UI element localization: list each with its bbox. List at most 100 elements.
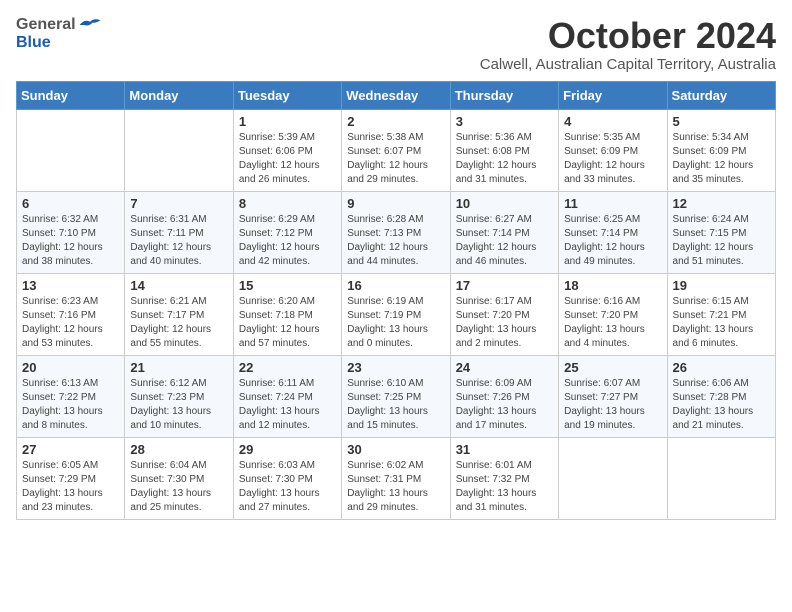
calendar-cell: 28 Sunrise: 6:04 AM Sunset: 7:30 PM Dayli…: [125, 437, 233, 519]
day-number: 27: [22, 442, 119, 457]
calendar-cell: 1 Sunrise: 5:39 AM Sunset: 6:06 PM Daylig…: [233, 109, 341, 191]
day-number: 3: [456, 114, 553, 129]
calendar-cell: 6Sunrise: 6:32 AM Sunset: 7:10 PM Daylig…: [17, 191, 125, 273]
weekday-header-wednesday: Wednesday: [342, 81, 450, 109]
calendar-cell: 20 Sunrise: 6:13 AM Sunset: 7:22 PM Dayli…: [17, 355, 125, 437]
calendar-cell: [125, 109, 233, 191]
day-info: Sunrise: 6:19 AM Sunset: 7:19 PM Dayligh…: [347, 295, 444, 351]
calendar-cell: [559, 437, 667, 519]
location-title: Calwell, Australian Capital Territory, A…: [480, 56, 776, 73]
calendar-cell: 30 Sunrise: 6:02 AM Sunset: 7:31 PM Dayli…: [342, 437, 450, 519]
day-number: 2: [347, 114, 444, 129]
day-number: 22: [239, 360, 336, 375]
day-info: Sunrise: 5:38 AM Sunset: 6:07 PM Dayligh…: [347, 131, 444, 187]
day-number: 1: [239, 114, 336, 129]
weekday-header-sunday: Sunday: [17, 81, 125, 109]
day-info: Sunrise: 6:12 AM Sunset: 7:23 PM Dayligh…: [130, 377, 227, 433]
day-info: Sunrise: 6:02 AM Sunset: 7:31 PM Dayligh…: [347, 459, 444, 515]
day-number: 24: [456, 360, 553, 375]
day-number: 7: [130, 196, 227, 211]
day-number: 28: [130, 442, 227, 457]
day-info: Sunrise: 6:16 AM Sunset: 7:20 PM Dayligh…: [564, 295, 661, 351]
day-number: 18: [564, 278, 661, 293]
weekday-header-saturday: Saturday: [667, 81, 775, 109]
day-info: Sunrise: 6:27 AM Sunset: 7:14 PM Dayligh…: [456, 213, 553, 269]
day-number: 5: [673, 114, 770, 129]
calendar-cell: 8Sunrise: 6:29 AM Sunset: 7:12 PM Daylig…: [233, 191, 341, 273]
calendar-cell: 5 Sunrise: 5:34 AM Sunset: 6:09 PM Daylig…: [667, 109, 775, 191]
weekday-header-thursday: Thursday: [450, 81, 558, 109]
calendar-cell: 15Sunrise: 6:20 AM Sunset: 7:18 PM Dayli…: [233, 273, 341, 355]
day-number: 12: [673, 196, 770, 211]
calendar-cell: 13Sunrise: 6:23 AM Sunset: 7:16 PM Dayli…: [17, 273, 125, 355]
day-number: 25: [564, 360, 661, 375]
calendar-week-row: 13Sunrise: 6:23 AM Sunset: 7:16 PM Dayli…: [17, 273, 776, 355]
day-info: Sunrise: 6:06 AM Sunset: 7:28 PM Dayligh…: [673, 377, 770, 433]
calendar-cell: 4 Sunrise: 5:35 AM Sunset: 6:09 PM Daylig…: [559, 109, 667, 191]
day-number: 8: [239, 196, 336, 211]
day-number: 23: [347, 360, 444, 375]
day-info: Sunrise: 6:31 AM Sunset: 7:11 PM Dayligh…: [130, 213, 227, 269]
day-info: Sunrise: 6:11 AM Sunset: 7:24 PM Dayligh…: [239, 377, 336, 433]
day-info: Sunrise: 5:39 AM Sunset: 6:06 PM Dayligh…: [239, 131, 336, 187]
calendar-week-row: 6Sunrise: 6:32 AM Sunset: 7:10 PM Daylig…: [17, 191, 776, 273]
calendar-cell: 10Sunrise: 6:27 AM Sunset: 7:14 PM Dayli…: [450, 191, 558, 273]
day-info: Sunrise: 6:15 AM Sunset: 7:21 PM Dayligh…: [673, 295, 770, 351]
day-info: Sunrise: 6:13 AM Sunset: 7:22 PM Dayligh…: [22, 377, 119, 433]
calendar-cell: 2 Sunrise: 5:38 AM Sunset: 6:07 PM Daylig…: [342, 109, 450, 191]
calendar-cell: [17, 109, 125, 191]
day-number: 11: [564, 196, 661, 211]
weekday-header-friday: Friday: [559, 81, 667, 109]
day-info: Sunrise: 6:17 AM Sunset: 7:20 PM Dayligh…: [456, 295, 553, 351]
page-header: General Blue October 2024 Calwell, Austr…: [16, 16, 776, 73]
logo-blue: Blue: [16, 34, 51, 51]
calendar-cell: 19Sunrise: 6:15 AM Sunset: 7:21 PM Dayli…: [667, 273, 775, 355]
calendar-cell: 3 Sunrise: 5:36 AM Sunset: 6:08 PM Daylig…: [450, 109, 558, 191]
day-number: 15: [239, 278, 336, 293]
calendar-cell: 11Sunrise: 6:25 AM Sunset: 7:14 PM Dayli…: [559, 191, 667, 273]
day-number: 13: [22, 278, 119, 293]
day-number: 6: [22, 196, 119, 211]
day-number: 14: [130, 278, 227, 293]
calendar-cell: [667, 437, 775, 519]
calendar-week-row: 27Sunrise: 6:05 AM Sunset: 7:29 PM Dayli…: [17, 437, 776, 519]
calendar-week-row: 20 Sunrise: 6:13 AM Sunset: 7:22 PM Dayli…: [17, 355, 776, 437]
calendar-cell: 16 Sunrise: 6:19 AM Sunset: 7:19 PM Dayli…: [342, 273, 450, 355]
logo-bird-icon: [78, 16, 102, 34]
calendar-cell: 12Sunrise: 6:24 AM Sunset: 7:15 PM Dayli…: [667, 191, 775, 273]
title-section: October 2024 Calwell, Australian Capital…: [480, 16, 776, 73]
day-info: Sunrise: 6:09 AM Sunset: 7:26 PM Dayligh…: [456, 377, 553, 433]
day-info: Sunrise: 6:21 AM Sunset: 7:17 PM Dayligh…: [130, 295, 227, 351]
calendar-cell: 24 Sunrise: 6:09 AM Sunset: 7:26 PM Dayli…: [450, 355, 558, 437]
day-number: 21: [130, 360, 227, 375]
calendar-cell: 18 Sunrise: 6:16 AM Sunset: 7:20 PM Dayli…: [559, 273, 667, 355]
day-number: 26: [673, 360, 770, 375]
calendar-cell: 25 Sunrise: 6:07 AM Sunset: 7:27 PM Dayli…: [559, 355, 667, 437]
day-number: 16: [347, 278, 444, 293]
day-number: 20: [22, 360, 119, 375]
calendar-cell: 23Sunrise: 6:10 AM Sunset: 7:25 PM Dayli…: [342, 355, 450, 437]
day-number: 31: [456, 442, 553, 457]
day-number: 30: [347, 442, 444, 457]
calendar-cell: 21 Sunrise: 6:12 AM Sunset: 7:23 PM Dayli…: [125, 355, 233, 437]
calendar-cell: 14 Sunrise: 6:21 AM Sunset: 7:17 PM Dayli…: [125, 273, 233, 355]
calendar-cell: 7 Sunrise: 6:31 AM Sunset: 7:11 PM Daylig…: [125, 191, 233, 273]
day-info: Sunrise: 5:36 AM Sunset: 6:08 PM Dayligh…: [456, 131, 553, 187]
calendar-cell: 29Sunrise: 6:03 AM Sunset: 7:30 PM Dayli…: [233, 437, 341, 519]
day-info: Sunrise: 5:34 AM Sunset: 6:09 PM Dayligh…: [673, 131, 770, 187]
day-info: Sunrise: 6:07 AM Sunset: 7:27 PM Dayligh…: [564, 377, 661, 433]
day-number: 4: [564, 114, 661, 129]
day-info: Sunrise: 6:04 AM Sunset: 7:30 PM Dayligh…: [130, 459, 227, 515]
calendar-cell: 22 Sunrise: 6:11 AM Sunset: 7:24 PM Dayli…: [233, 355, 341, 437]
weekday-header-row: SundayMondayTuesdayWednesdayThursdayFrid…: [17, 81, 776, 109]
day-number: 17: [456, 278, 553, 293]
calendar-cell: 17 Sunrise: 6:17 AM Sunset: 7:20 PM Dayli…: [450, 273, 558, 355]
day-info: Sunrise: 5:35 AM Sunset: 6:09 PM Dayligh…: [564, 131, 661, 187]
calendar-cell: 27Sunrise: 6:05 AM Sunset: 7:29 PM Dayli…: [17, 437, 125, 519]
logo-general: General: [16, 16, 76, 34]
calendar-cell: 31Sunrise: 6:01 AM Sunset: 7:32 PM Dayli…: [450, 437, 558, 519]
weekday-header-tuesday: Tuesday: [233, 81, 341, 109]
calendar-cell: 9Sunrise: 6:28 AM Sunset: 7:13 PM Daylig…: [342, 191, 450, 273]
logo: General Blue: [16, 16, 102, 52]
calendar-cell: 26 Sunrise: 6:06 AM Sunset: 7:28 PM Dayli…: [667, 355, 775, 437]
